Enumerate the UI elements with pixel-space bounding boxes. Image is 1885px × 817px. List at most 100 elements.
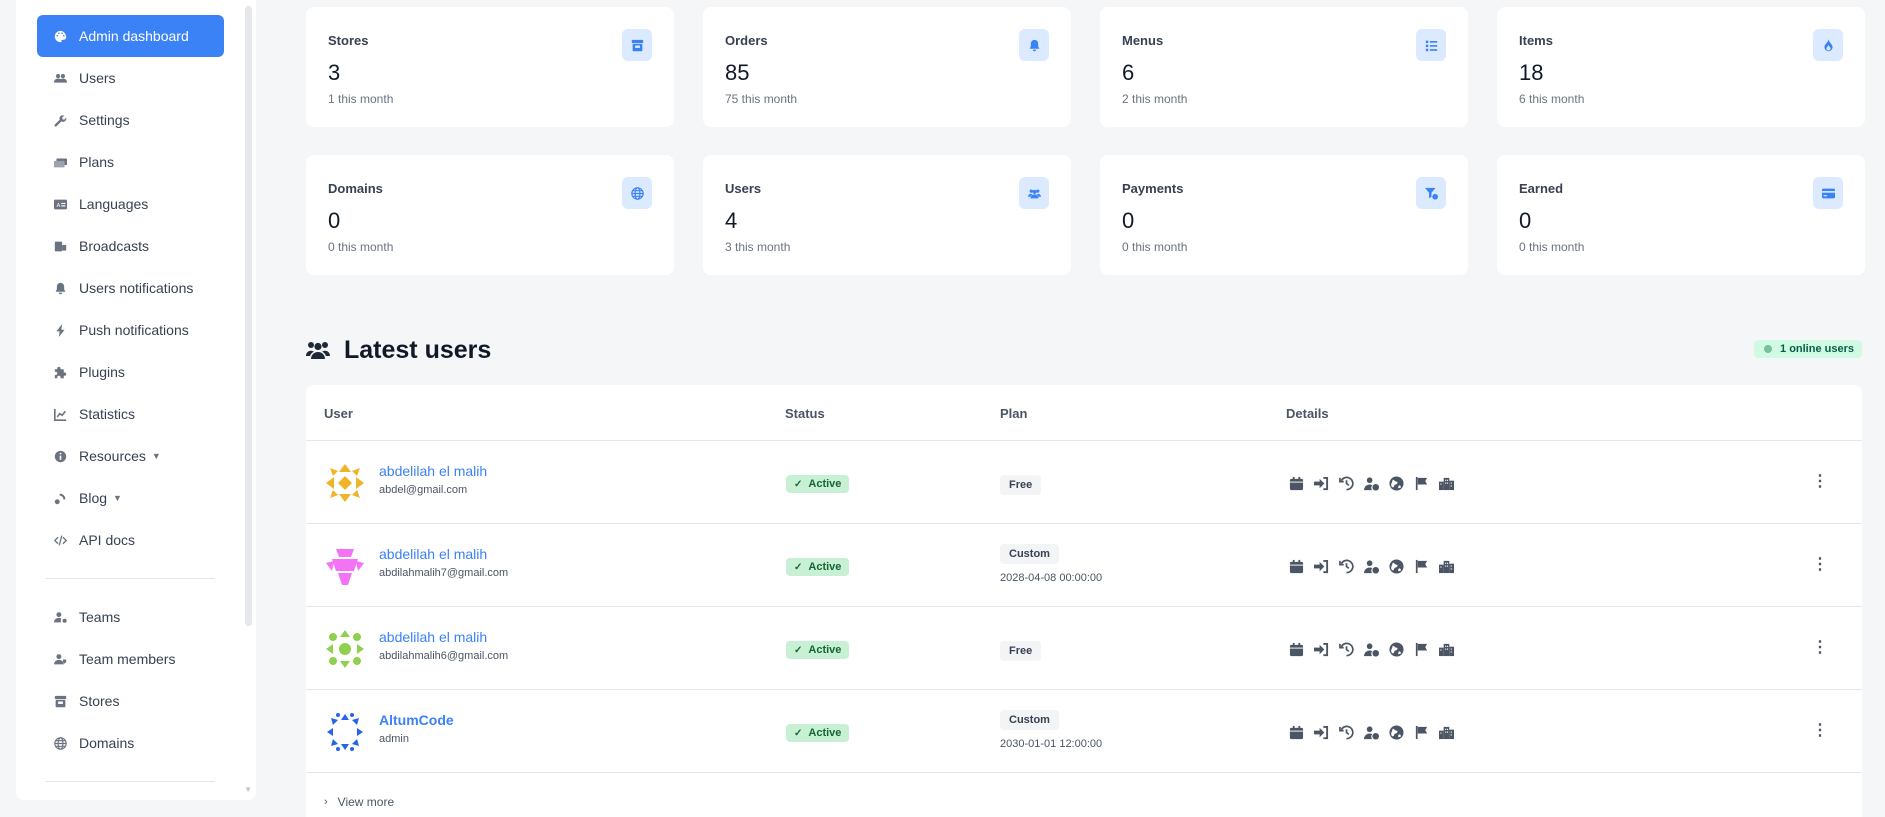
row-actions-menu-icon[interactable]: ⋮ [1812, 720, 1828, 740]
user-name-link[interactable]: abdelilah el malih [379, 629, 487, 645]
stat-subtitle: 0 this month [1122, 240, 1188, 254]
history-icon[interactable] [1338, 558, 1354, 574]
money-bills-icon [53, 155, 67, 169]
bell-icon[interactable] [1019, 29, 1049, 61]
scroll-down-arrow-icon[interactable]: ▼ [244, 785, 252, 794]
sidebar-item-team-members[interactable]: Team members [37, 638, 224, 680]
stat-value: 0 [1519, 208, 1532, 233]
user-name-link[interactable]: abdelilah el malih [379, 546, 487, 562]
users-icon[interactable] [1019, 177, 1049, 209]
user-cog-icon [53, 610, 67, 624]
latest-users-table: User Status Plan Details abdelilah el ma… [306, 385, 1862, 817]
history-icon[interactable] [1338, 724, 1354, 740]
flag-icon[interactable] [1413, 641, 1429, 657]
user-clock-icon[interactable] [1363, 558, 1379, 574]
sidebar-scrollbar[interactable] [245, 6, 252, 626]
view-more-link[interactable]: › View more [324, 795, 394, 809]
sidebar-item-admin-dashboard[interactable]: Admin dashboard [37, 15, 224, 57]
status-badge: ✓ Active [786, 558, 850, 576]
city-icon[interactable] [1438, 724, 1454, 740]
stat-title: Items [1519, 33, 1553, 48]
calendar-icon[interactable] [1288, 641, 1304, 657]
row-actions-menu-icon[interactable]: ⋮ [1812, 637, 1828, 657]
avatar[interactable] [324, 462, 366, 504]
sidebar-item-label: Admin dashboard [79, 28, 189, 44]
flag-icon[interactable] [1413, 475, 1429, 491]
info-icon [53, 449, 67, 463]
user-name-link[interactable]: abdelilah el malih [379, 463, 487, 479]
sidebar-item-users-notifications[interactable]: Users notifications [37, 267, 224, 309]
globe-europe-icon[interactable] [1388, 724, 1404, 740]
stat-subtitle: 1 this month [328, 92, 394, 106]
sidebar-item-resources[interactable]: Resources ▼ [37, 435, 224, 477]
calendar-icon[interactable] [1288, 475, 1304, 491]
avatar[interactable] [324, 628, 366, 670]
stat-title: Orders [725, 33, 768, 48]
stat-value: 0 [328, 208, 341, 233]
stat-subtitle: 0 this month [328, 240, 394, 254]
avatar[interactable] [324, 545, 366, 587]
globe-icon[interactable] [622, 177, 652, 209]
row-actions-menu-icon[interactable]: ⋮ [1812, 554, 1828, 574]
sidebar: Admin dashboard Users Settings Plans A L… [16, 0, 256, 800]
globe-europe-icon[interactable] [1388, 558, 1404, 574]
fire-icon[interactable] [1813, 29, 1843, 61]
row-actions-menu-icon[interactable]: ⋮ [1812, 471, 1828, 491]
sidebar-item-users[interactable]: Users [37, 57, 224, 99]
user-name-link[interactable]: AltumCode [379, 712, 454, 728]
chevron-right-icon: › [324, 796, 328, 808]
globe-europe-icon[interactable] [1388, 641, 1404, 657]
sign-in-icon[interactable] [1313, 724, 1329, 740]
sidebar-item-label: Stores [79, 693, 120, 709]
stat-value: 3 [328, 60, 341, 85]
sidebar-item-domains[interactable]: Domains [37, 722, 224, 764]
user-details-icons [1288, 475, 1454, 491]
globe-europe-icon[interactable] [1388, 475, 1404, 491]
user-clock-icon[interactable] [1363, 724, 1379, 740]
avatar[interactable] [324, 711, 366, 753]
flag-icon[interactable] [1413, 558, 1429, 574]
status-label: Active [808, 644, 842, 656]
sidebar-item-label: Users notifications [79, 280, 194, 296]
status-label: Active [808, 561, 842, 573]
city-icon[interactable] [1438, 475, 1454, 491]
sidebar-item-teams[interactable]: Teams [37, 596, 224, 638]
sidebar-item-stores[interactable]: Stores [37, 680, 224, 722]
history-icon[interactable] [1338, 475, 1354, 491]
sidebar-item-blog[interactable]: Blog ▼ [37, 477, 224, 519]
calendar-icon[interactable] [1288, 558, 1304, 574]
stat-card-domains: Domains 0 0 this month [306, 155, 674, 275]
credit-card-icon[interactable] [1813, 177, 1843, 209]
user-tag-icon [53, 652, 67, 666]
sign-in-icon[interactable] [1313, 641, 1329, 657]
sidebar-item-api-docs[interactable]: API docs [37, 519, 224, 561]
sign-in-icon[interactable] [1313, 558, 1329, 574]
user-clock-icon[interactable] [1363, 641, 1379, 657]
sidebar-item-languages[interactable]: A Languages [37, 183, 224, 225]
calendar-icon[interactable] [1288, 724, 1304, 740]
history-icon[interactable] [1338, 641, 1354, 657]
sidebar-item-settings[interactable]: Settings [37, 99, 224, 141]
sidebar-item-push-notifications[interactable]: Push notifications [37, 309, 224, 351]
sidebar-item-plans[interactable]: Plans [37, 141, 224, 183]
store-icon[interactable] [622, 29, 652, 61]
status-badge: ✓ Active [786, 641, 850, 659]
stat-title: Earned [1519, 181, 1564, 196]
flag-icon[interactable] [1413, 724, 1429, 740]
user-clock-icon[interactable] [1363, 475, 1379, 491]
table-row: abdelilah el malih abdilahmalih7@gmail.c… [306, 524, 1862, 607]
sidebar-item-label: Plans [79, 154, 115, 170]
city-icon[interactable] [1438, 558, 1454, 574]
sidebar-item-label: Push notifications [79, 322, 189, 338]
status-dot-icon [1764, 345, 1773, 353]
plan-badge: Free [1000, 475, 1042, 495]
sidebar-item-plugins[interactable]: Plugins [37, 351, 224, 393]
city-icon[interactable] [1438, 641, 1454, 657]
list-icon[interactable] [1416, 29, 1446, 61]
funnel-dollar-icon[interactable] [1416, 177, 1446, 209]
sidebar-item-broadcasts[interactable]: Broadcasts [37, 225, 224, 267]
sidebar-item-label: Domains [79, 735, 135, 751]
sidebar-item-statistics[interactable]: Statistics [37, 393, 224, 435]
online-users-badge[interactable]: 1 online users [1754, 340, 1862, 358]
sign-in-icon[interactable] [1313, 475, 1329, 491]
